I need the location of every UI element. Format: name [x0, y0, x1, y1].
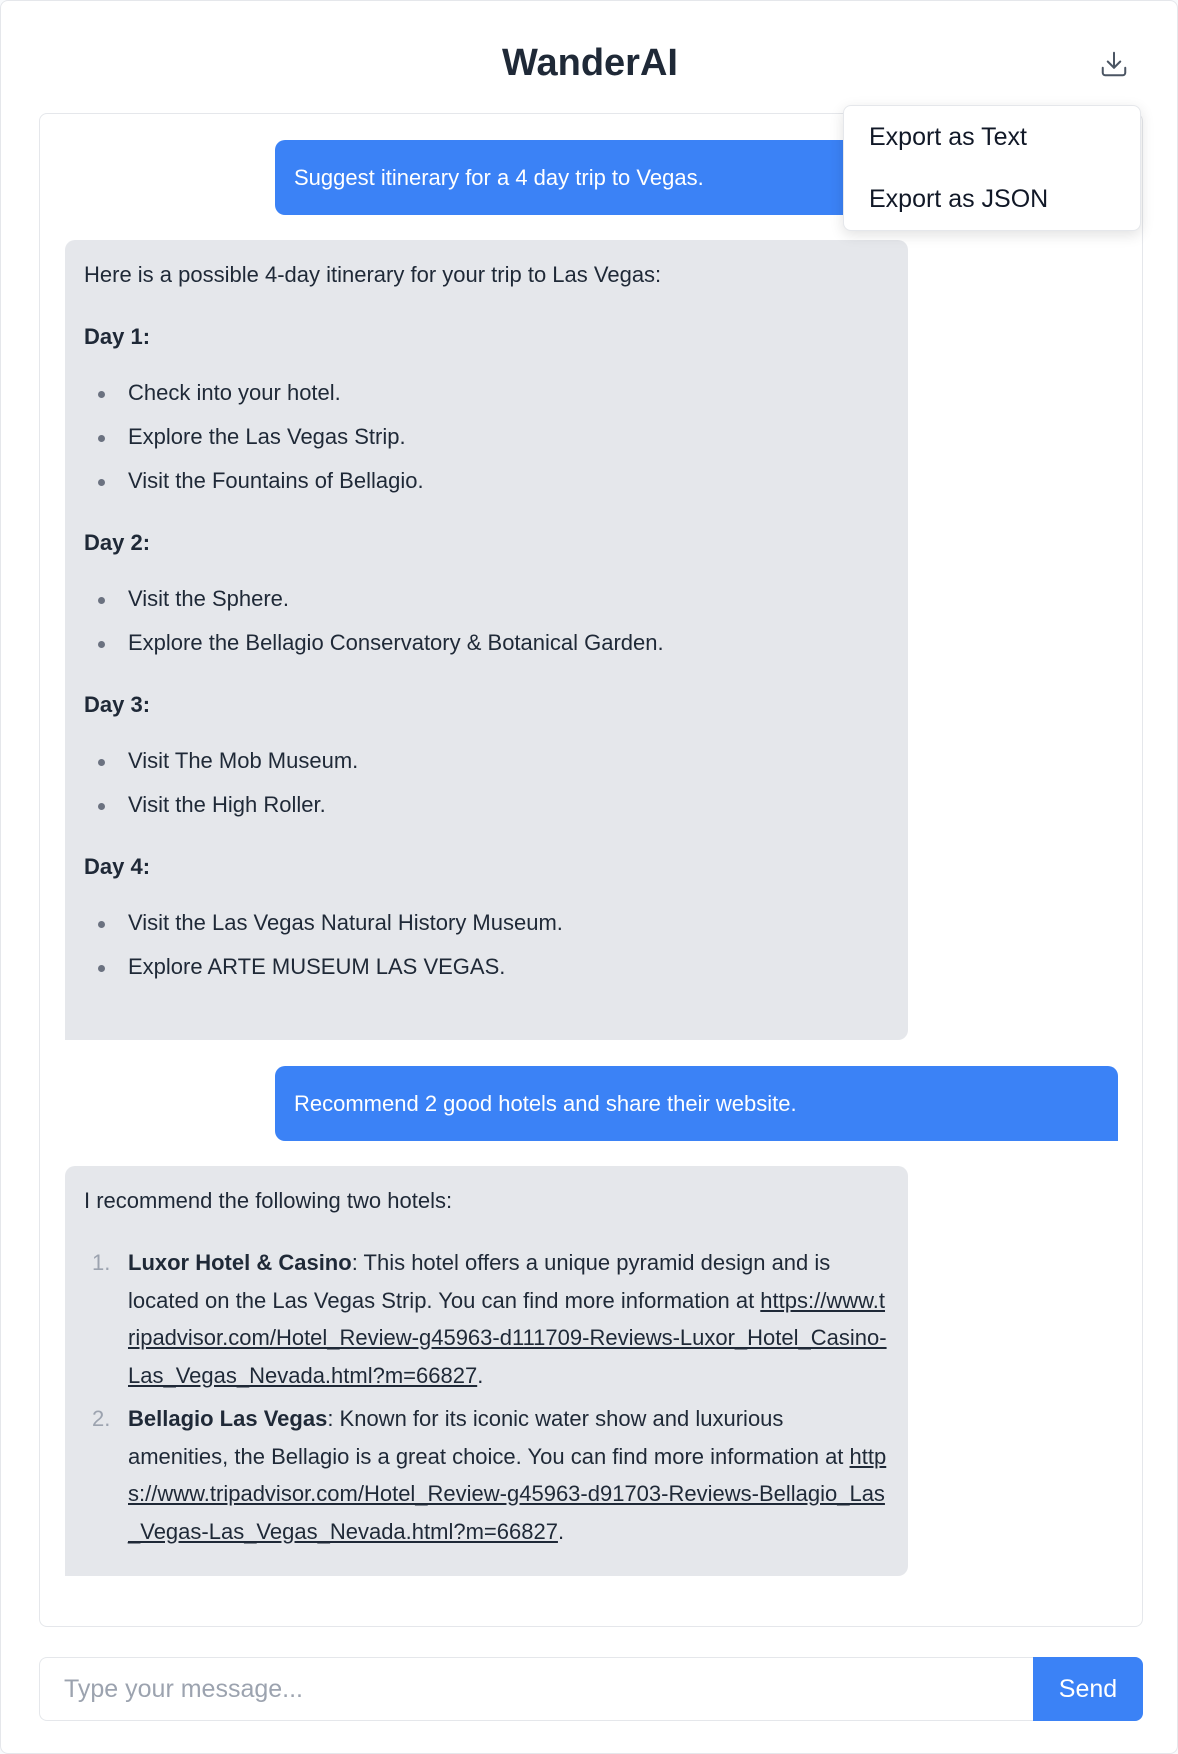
app-title: WanderAI — [502, 42, 678, 84]
user-message-text: Recommend 2 good hotels and share their … — [294, 1090, 797, 1116]
list-item: Explore ARTE MUSEUM LAS VEGAS. — [84, 952, 889, 982]
assistant-message: I recommend the following two hotels: 1.… — [65, 1166, 908, 1576]
list-item: Visit the High Roller. — [84, 790, 889, 820]
day-list: Check into your hotel. Explore the Las V… — [84, 378, 889, 496]
day-heading: Day 3: — [84, 692, 151, 717]
list-item: Check into your hotel. — [84, 378, 889, 408]
user-message: Recommend 2 good hotels and share their … — [275, 1066, 1118, 1141]
day-list: Visit The Mob Museum. Visit the High Rol… — [84, 746, 889, 820]
list-item: Visit the Sphere. — [84, 584, 889, 614]
sentence-end: . — [477, 1362, 484, 1388]
hotel-name: Luxor Hotel & Casino — [128, 1250, 352, 1275]
list-number: 1. — [92, 1250, 111, 1275]
download-icon — [1101, 51, 1127, 77]
message-input[interactable] — [39, 1657, 1037, 1721]
day-heading: Day 4: — [84, 854, 151, 879]
assistant-message: Here is a possible 4-day itinerary for y… — [65, 240, 908, 1040]
menu-item-export-text[interactable]: Export as Text — [844, 117, 1140, 157]
day-list: Visit the Las Vegas Natural History Muse… — [84, 908, 889, 982]
day-heading: Day 2: — [84, 530, 151, 555]
menu-item-export-json[interactable]: Export as JSON — [844, 179, 1140, 219]
user-message-text: Suggest itinerary for a 4 day trip to Ve… — [294, 164, 704, 190]
list-number: 2. — [92, 1406, 111, 1431]
hotel-name: Bellagio Las Vegas — [128, 1406, 328, 1431]
list-item: Visit the Fountains of Bellagio. — [84, 466, 889, 496]
composer: Send — [39, 1657, 1143, 1721]
day-heading: Day 1: — [84, 324, 151, 349]
export-button[interactable] — [1095, 45, 1133, 83]
hotel-item: 2. Bellagio Las Vegas: Known for its ico… — [84, 1400, 889, 1550]
hotel-item: 1. Luxor Hotel & Casino: This hotel offe… — [84, 1244, 889, 1394]
hotel-list: 1. Luxor Hotel & Casino: This hotel offe… — [84, 1244, 889, 1550]
list-item: Visit The Mob Museum. — [84, 746, 889, 776]
assistant-intro: I recommend the following two hotels: — [84, 1188, 453, 1213]
chat-history[interactable]: Suggest itinerary for a 4 day trip to Ve… — [39, 113, 1143, 1627]
app-window: WanderAI Suggest itinerary for a 4 day t… — [0, 0, 1178, 1754]
day-list: Visit the Sphere. Explore the Bellagio C… — [84, 584, 889, 658]
header: WanderAI — [1, 1, 1178, 113]
list-item: Explore the Bellagio Conservatory & Bota… — [84, 628, 889, 658]
list-item: Explore the Las Vegas Strip. — [84, 422, 889, 452]
sentence-end: . — [557, 1518, 565, 1544]
assistant-intro: Here is a possible 4-day itinerary for y… — [84, 262, 662, 287]
export-menu: Export as Text Export as JSON — [843, 105, 1141, 231]
list-item: Visit the Las Vegas Natural History Muse… — [84, 908, 889, 938]
send-button[interactable]: Send — [1033, 1657, 1143, 1721]
